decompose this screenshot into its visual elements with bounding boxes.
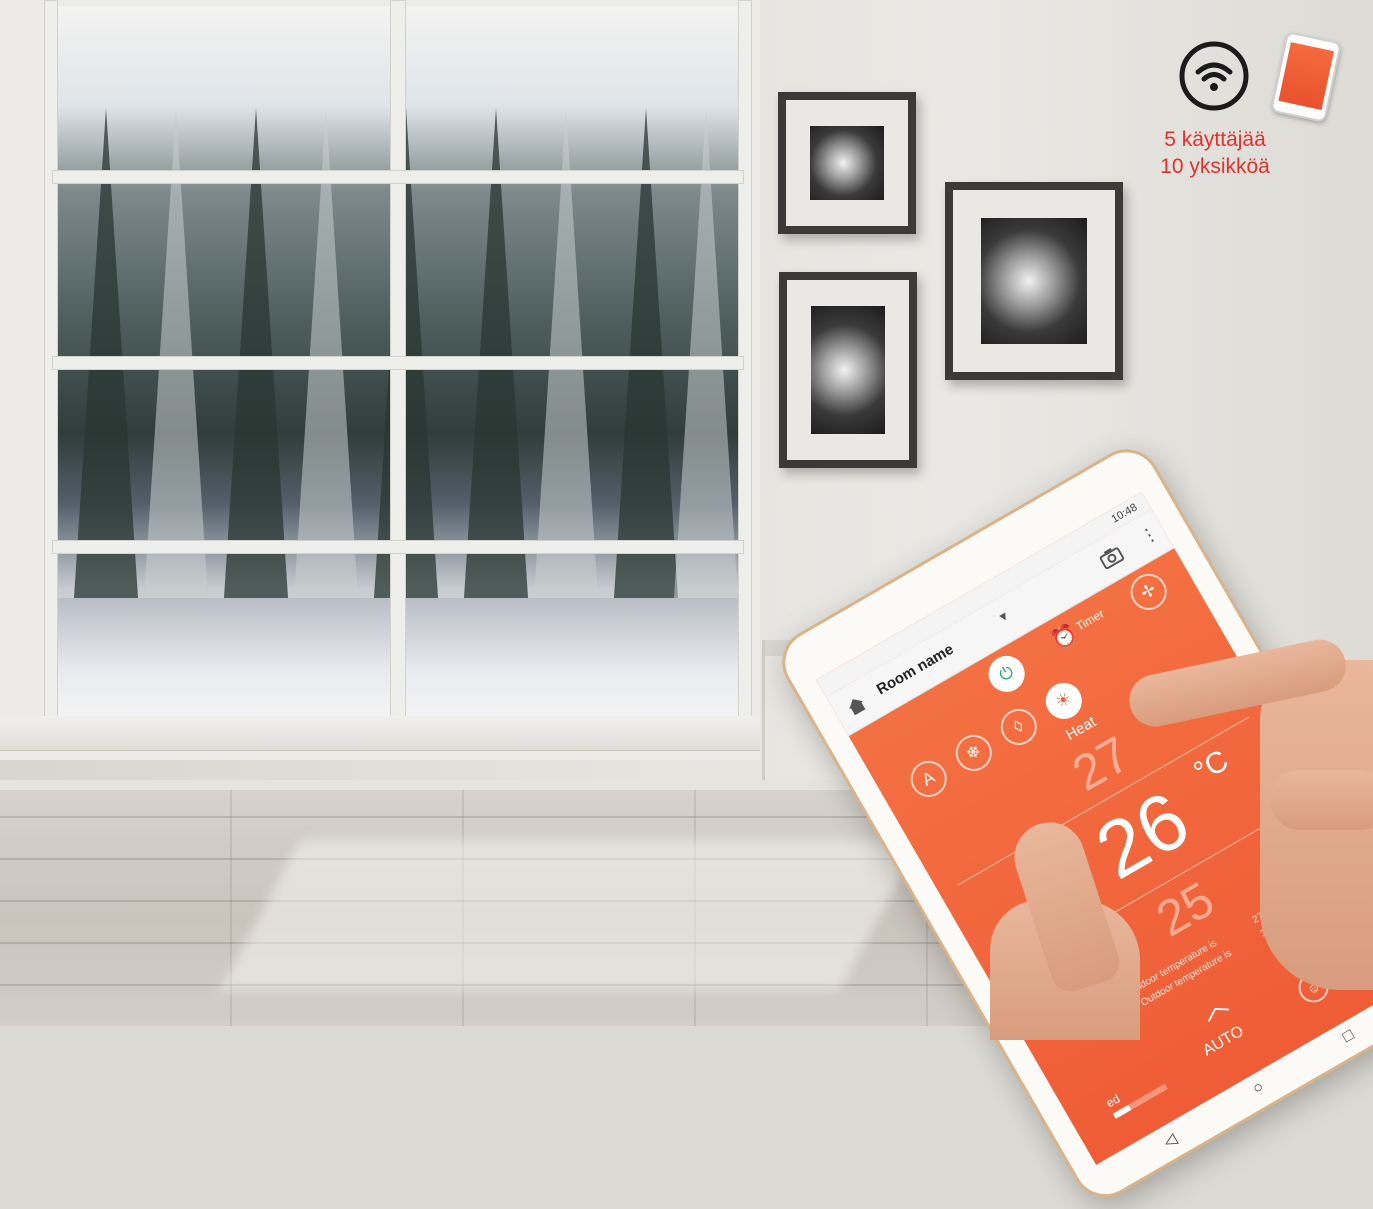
wall-picture (778, 92, 916, 234)
cool-mode-button[interactable]: ❄ (949, 728, 999, 778)
auto-mode-button[interactable]: A (904, 754, 954, 804)
window-sill (0, 716, 760, 751)
window-frame-transom (52, 356, 744, 370)
auto-mode-icon: A (918, 767, 939, 790)
fan-icon: ✢ (1137, 579, 1160, 604)
more-vertical-icon[interactable]: ⋮ (1136, 521, 1163, 549)
fan-speed-label: ed (1103, 1091, 1123, 1111)
power-icon: ⏻ (995, 661, 1017, 686)
dry-mode-button[interactable]: ◊ (994, 702, 1044, 752)
wifi-icon (1179, 41, 1249, 111)
power-button[interactable]: ⏻ (982, 649, 1032, 699)
home-icon[interactable] (843, 692, 870, 719)
nav-back-icon[interactable]: ◁ (1160, 1129, 1181, 1152)
wall-picture (779, 272, 917, 468)
right-knuckle (1270, 770, 1373, 830)
fan-button[interactable]: ✢ (1124, 567, 1174, 617)
units-caption: 10 yksikköä (1160, 155, 1270, 178)
caret-down-icon[interactable]: ▼ (995, 608, 1012, 626)
nav-recent-icon[interactable]: □ (1340, 1026, 1357, 1046)
snowflake-icon: ❄ (962, 740, 985, 765)
fan-auto-label[interactable]: AUTO (1200, 1023, 1247, 1061)
droplet-icon: ◊ (1010, 716, 1027, 737)
camera-icon[interactable] (1097, 544, 1125, 571)
sun-icon: ☀ (1052, 688, 1075, 713)
users-caption: 5 käyttäjää (1164, 128, 1266, 151)
chevron-up-icon[interactable]: ︿ (1193, 983, 1234, 1028)
wall-picture (945, 182, 1123, 380)
nav-home-icon[interactable]: ○ (1250, 1078, 1267, 1098)
sunlight-patch (220, 840, 920, 990)
window-frame-transom (52, 170, 744, 184)
timer-label[interactable]: Timer (1073, 606, 1106, 633)
window-frame-transom (52, 540, 744, 554)
